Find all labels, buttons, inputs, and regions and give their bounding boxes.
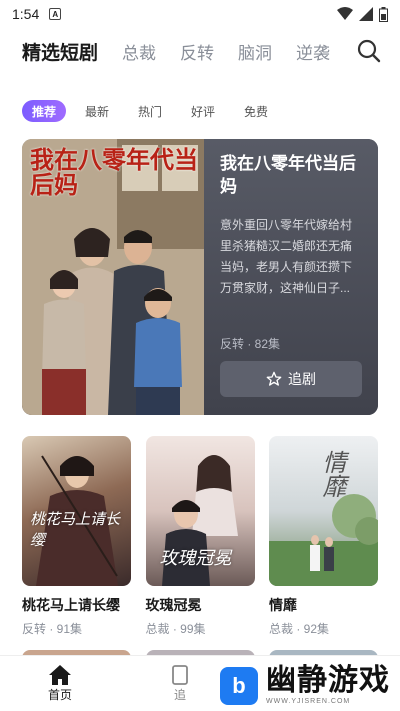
nav-home[interactable]: 首页 [0,664,120,703]
drama-poster[interactable]: 桃花马上请长缨 [22,436,131,586]
drama-poster[interactable]: 情靡 [269,436,378,586]
nav-follow-label: 追 [173,688,186,702]
tab-brainhole[interactable]: 脑洞 [238,39,272,64]
watermark-logo: b [220,666,258,705]
follow-drama-button[interactable]: 追剧 [220,361,362,397]
filter-chips: 推荐 最新 热门 好评 免费 [22,100,278,122]
chip-latest[interactable]: 最新 [75,100,119,122]
site-watermark: b 幽静游戏 WWW.YJISREN.COM [220,666,390,705]
featured-info: 我在八零年代当后妈 意外重回八零年代嫁给村里杀猪糙汉二婚郎还无痛当妈，老男人有颜… [204,139,378,415]
battery-icon [379,6,388,22]
tab-twist[interactable]: 反转 [180,39,214,64]
chip-top-rated[interactable]: 好评 [181,100,225,122]
drama-meta: 总裁 · 92集 [269,622,330,636]
drama-poster-text: 桃花马上请长缨 [30,510,121,549]
drama-grid: 桃花马上请长缨 桃花马上请长缨 反转 · 91集 玫瑰冠冕 玫瑰冠冕 总裁 · … [22,436,378,637]
featured-meta: 反转 · 82集 [220,337,281,351]
tab-featured[interactable]: 精选短剧 [22,38,98,65]
watermark-brand: 幽静游戏 [266,664,390,697]
star-icon [266,371,282,386]
drama-title[interactable]: 玫瑰冠冕 [146,595,255,615]
drama-title[interactable]: 情靡 [269,595,378,615]
watermark-url: WWW.YJISREN.COM [266,698,351,705]
notification-badge-icon: A [49,8,62,20]
bookmark-icon [172,665,188,685]
tab-comeback[interactable]: 逆袭 [296,39,330,64]
featured-poster[interactable]: 我在八零年代当后妈 [22,139,204,415]
drama-card[interactable]: 情靡 情靡 总裁 · 92集 [269,436,378,637]
status-time: 1:54 [12,6,40,22]
signal-icon [359,7,373,21]
drama-poster-text: 玫瑰冠冕 [159,548,232,569]
status-bar: 1:54 A [0,0,400,28]
drama-poster-text: 情靡 [318,450,346,498]
search-icon[interactable] [356,38,382,64]
featured-poster-title: 我在八零年代当后妈 [30,145,198,200]
category-tabs: 精选短剧 总裁 反转 脑洞 逆袭 [22,34,382,68]
status-icons [337,6,388,22]
chip-free[interactable]: 免费 [234,100,278,122]
drama-card[interactable]: 桃花马上请长缨 桃花马上请长缨 反转 · 91集 [22,436,131,637]
featured-title[interactable]: 我在八零年代当后妈 [220,153,362,199]
chip-recommended[interactable]: 推荐 [22,100,66,122]
drama-poster[interactable]: 玫瑰冠冕 [145,436,255,586]
drama-title[interactable]: 桃花马上请长缨 [22,595,131,615]
home-icon [49,665,71,685]
follow-drama-label: 追剧 [288,371,316,387]
nav-home-label: 首页 [47,688,72,702]
drama-meta: 总裁 · 99集 [145,622,206,636]
featured-description: 意外重回八零年代嫁给村里杀猪糙汉二婚郎还无痛当妈，老男人有颜还攒下万贯家财，这神… [220,217,353,295]
chip-hot[interactable]: 热门 [128,100,172,122]
wifi-icon [337,7,353,20]
drama-meta: 反转 · 91集 [22,622,83,636]
drama-card[interactable]: 玫瑰冠冕 玫瑰冠冕 总裁 · 99集 [145,436,255,637]
featured-drama-card[interactable]: 我在八零年代当后妈 我在八零年代当后妈 意外重回八零年代嫁给村里杀猪糙汉二婚郎还… [22,139,378,415]
tab-ceo[interactable]: 总裁 [122,39,156,64]
